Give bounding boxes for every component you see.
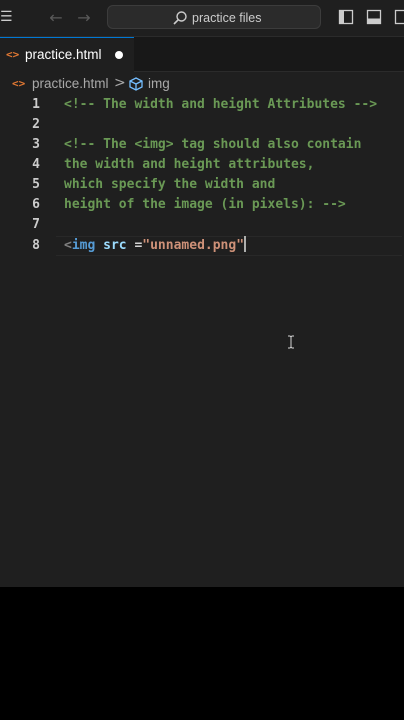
unsaved-dot-icon[interactable] <box>115 51 123 59</box>
breadcrumb-element[interactable]: img <box>148 76 170 92</box>
title-bar: ☰ ← → practice files <box>0 0 404 37</box>
line-number: 1 <box>32 97 40 112</box>
toggle-panel-icon[interactable] <box>366 9 382 25</box>
code-text: <!-- The width and height Attributes --> <box>64 97 378 112</box>
command-center-search[interactable]: practice files <box>107 5 321 29</box>
tag-name: img <box>71 238 96 253</box>
text-cursor <box>244 236 247 252</box>
code-text: <!-- The <img> tag should also contain <box>64 137 362 152</box>
forward-arrow-icon[interactable]: → <box>74 8 94 28</box>
code-text: height of the image (in pixels): --> <box>64 197 346 212</box>
code-line[interactable]: 4 the width and height attributes, <box>0 155 404 175</box>
editor-window: ☰ ← → practice files <> practice.html <>… <box>0 0 404 587</box>
line-number: 8 <box>32 238 40 253</box>
code-line[interactable]: 2 <box>0 115 404 135</box>
attribute-name: src <box>103 238 127 253</box>
current-code-line[interactable]: 8 <img src ="unnamed.png" <box>0 236 404 256</box>
search-label: practice files <box>192 11 262 25</box>
toggle-secondary-sidebar-icon[interactable] <box>394 9 404 25</box>
line-number: 6 <box>32 197 40 212</box>
tag-open-bracket: < <box>64 238 72 253</box>
breadcrumb: <> practice.html > img <box>0 73 404 95</box>
line-number: 2 <box>32 117 40 132</box>
attribute-operator: = <box>126 238 143 253</box>
breadcrumb-file[interactable]: practice.html <box>32 76 109 92</box>
mouse-ibeam-cursor-icon <box>288 335 294 349</box>
menu-icon[interactable]: ☰ <box>0 10 13 24</box>
line-number: 7 <box>32 217 40 232</box>
line-number: 4 <box>32 157 40 172</box>
code-line[interactable]: 5 which specify the width and <box>0 175 404 195</box>
code-text: the width and height attributes, <box>64 157 315 172</box>
element-cube-icon <box>129 77 143 91</box>
code-text: which specify the width and <box>64 177 276 192</box>
search-icon <box>173 11 187 25</box>
code-line[interactable]: 7 <box>0 215 404 235</box>
code-editor[interactable]: 1 <!-- The width and height Attributes -… <box>0 95 404 587</box>
line-number: 3 <box>32 137 40 152</box>
back-arrow-icon[interactable]: ← <box>46 8 66 28</box>
line-number: 5 <box>32 177 40 192</box>
breadcrumb-separator: > <box>114 75 126 91</box>
toggle-primary-sidebar-icon[interactable] <box>338 9 354 25</box>
code-line[interactable]: 6 height of the image (in pixels): --> <box>0 195 404 215</box>
tab-label: practice.html <box>25 47 102 62</box>
html-file-icon: <> <box>12 77 26 90</box>
code-line[interactable]: 3 <!-- The <img> tag should also contain <box>0 135 404 155</box>
tab-practice-html[interactable]: <> practice.html <box>0 37 134 72</box>
attribute-value: "unnamed.png" <box>142 238 245 253</box>
html-file-icon: <> <box>6 48 20 61</box>
code-line[interactable]: 1 <!-- The width and height Attributes -… <box>0 95 404 115</box>
tab-bar: <> practice.html <box>0 37 404 72</box>
tab-bar-empty-area <box>134 37 404 72</box>
code-text: <img src ="unnamed.png" <box>64 236 247 256</box>
